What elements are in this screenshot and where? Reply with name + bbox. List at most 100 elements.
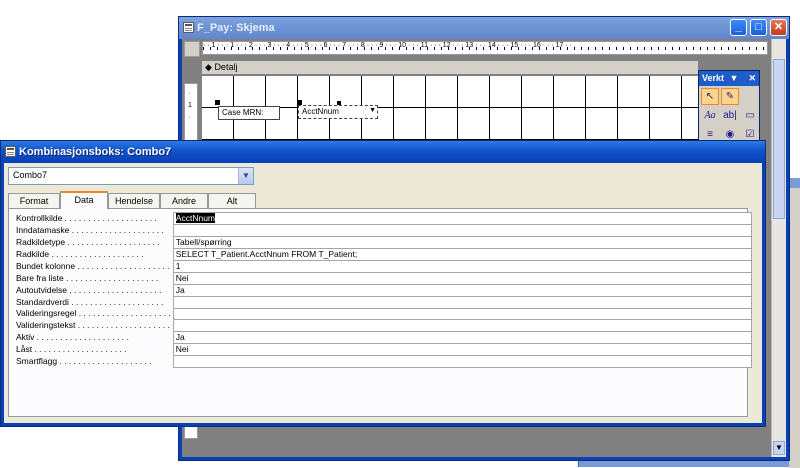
property-sheet-titlebar[interactable]: Kombinasjonsboks: Combo7 (1, 141, 765, 163)
select-arrow-icon[interactable]: ↖ (701, 88, 719, 105)
property-name-label: Autoutvidelse (16, 284, 68, 295)
toolbox-title: Verkt (702, 73, 725, 83)
case-mrn-label[interactable]: Case MRN: (218, 106, 280, 120)
option-group-icon[interactable]: ▭ (741, 107, 759, 124)
wizard-icon[interactable]: ✎ (721, 88, 739, 105)
tab-hendelse[interactable]: Hendelse (108, 193, 160, 208)
property-sheet-icon (5, 146, 16, 157)
dot-leader: . . . . . . . . . . . . . . . . . . . . (75, 320, 170, 331)
combo-control-text: AcctNnum (302, 107, 339, 116)
form-icon (183, 22, 194, 33)
object-selector-combo[interactable]: Combo7 ▼ (8, 167, 254, 185)
property-value-field[interactable]: Ja (172, 283, 753, 297)
minimize-button[interactable]: _ (730, 19, 747, 36)
chevron-down-icon: ▼ (369, 107, 376, 114)
dot-leader: . . . . . . . . . . . . . . . . . . . . (57, 356, 152, 367)
property-row: Aktiv . . . . . . . . . . . . . . . . . … (14, 331, 753, 345)
selected-object-text: Combo7 (13, 170, 48, 180)
toolbox-close-icon[interactable]: ✕ (748, 71, 756, 86)
property-name-label: Bare fra liste (16, 272, 64, 283)
property-value-text: AcctNnum (175, 213, 216, 223)
form-window-title: F_Pay: Skjema (197, 22, 275, 34)
toolbox-titlebar[interactable]: Verkt ▼ ✕ (699, 71, 759, 86)
property-name-label: Inndatamaske (16, 224, 70, 235)
property-name: Autoutvidelse . . . . . . . . . . . . . … (14, 284, 173, 296)
property-value-field[interactable]: SELECT T_Patient.AcctNnum FROM T_Patient… (172, 247, 753, 261)
resize-handle[interactable] (337, 101, 341, 105)
property-value-text: Ja (175, 332, 185, 343)
property-value-field[interactable] (172, 295, 753, 309)
property-value-field[interactable] (172, 307, 753, 321)
property-name-label: Aktiv (16, 332, 35, 343)
dot-leader: . . . . . . . . . . . . . . . . . . . . (75, 260, 170, 271)
tab-format[interactable]: Format (8, 193, 60, 208)
dot-leader: . . . . . . . . . . . . . . . . . . . . (32, 344, 127, 355)
property-row: Bundet kolonne . . . . . . . . . . . . .… (14, 259, 753, 273)
textbox-tool-icon[interactable]: ab| (721, 107, 739, 124)
tab-alt[interactable]: Alt (208, 193, 256, 208)
property-sheet-window: Kombinasjonsboks: Combo7 Combo7 ▼ Format… (0, 140, 766, 427)
form-vertical-scrollbar[interactable]: ▼ (771, 39, 786, 457)
property-name-label: Standardverdi (16, 296, 69, 307)
property-row: Smartflagg . . . . . . . . . . . . . . .… (14, 355, 753, 368)
property-row: Autoutvidelse . . . . . . . . . . . . . … (14, 283, 753, 297)
tab-andre[interactable]: Andre (160, 193, 208, 208)
close-button[interactable]: ✕ (770, 19, 787, 36)
form-window-titlebar[interactable]: F_Pay: Skjema _ □ ✕ (179, 17, 789, 39)
property-value-text: Nei (175, 344, 189, 355)
property-row: Bare fra liste . . . . . . . . . . . . .… (14, 271, 753, 285)
property-name-label: Låst (16, 344, 33, 355)
property-name-label: Valideringstekst (16, 320, 76, 331)
property-name: Aktiv . . . . . . . . . . . . . . . . . … (14, 332, 173, 344)
property-row: Låst . . . . . . . . . . . . . . . . . .… (14, 343, 753, 357)
dot-leader: . . . . . . . . . . . . . . . . . . . . (49, 248, 144, 259)
property-value-field[interactable]: Nei (172, 271, 753, 285)
property-grid: Kontrollkilde . . . . . . . . . . . . . … (14, 212, 753, 368)
property-value-field[interactable] (172, 319, 753, 333)
property-row: Kontrollkilde . . . . . . . . . . . . . … (14, 212, 753, 225)
property-value-text: 1 (175, 260, 181, 271)
property-row: Valideringstekst . . . . . . . . . . . .… (14, 319, 753, 333)
property-value-field[interactable] (172, 224, 753, 237)
property-name: Kontrollkilde . . . . . . . . . . . . . … (14, 213, 173, 225)
property-value-field[interactable]: 1 (172, 259, 753, 273)
property-name-label: Radkilde (16, 248, 50, 259)
property-value-text: SELECT T_Patient.AcctNnum FROM T_Patient… (175, 248, 358, 259)
dot-leader: . . . . . . . . . . . . . . . . . . . . (68, 296, 164, 307)
scrollbar-thumb[interactable] (773, 59, 785, 219)
form-selector[interactable] (184, 41, 200, 57)
tab-data[interactable]: Data (60, 191, 108, 209)
property-sheet-title: Kombinasjonsboks: Combo7 (19, 146, 172, 158)
property-name: Smartflagg . . . . . . . . . . . . . . .… (14, 356, 173, 368)
dot-leader: . . . . . . . . . . . . . . . . . . . . (62, 213, 157, 223)
dot-leader: . . . . . . . . . . . . . . . . . . . . (76, 308, 171, 319)
detail-section-header[interactable]: ◆ Detalj (202, 61, 698, 75)
property-value-field[interactable] (172, 355, 753, 368)
dot-leader: . . . . . . . . . . . . . . . . . . . . (65, 236, 160, 247)
dot-leader: . . . . . . . . . . . . . . . . . . . . (67, 284, 162, 295)
property-name: Bare fra liste . . . . . . . . . . . . .… (14, 272, 173, 284)
property-value-field[interactable]: Tabell/spørring (172, 235, 753, 249)
property-value-field[interactable]: AcctNnum (172, 212, 753, 225)
property-name: Valideringsregel . . . . . . . . . . . .… (14, 308, 173, 320)
property-value-text: Ja (175, 284, 185, 295)
scroll-down-arrow-icon[interactable]: ▼ (773, 441, 785, 455)
property-value-field[interactable]: Nei (172, 343, 753, 357)
toolbox-dropdown-icon[interactable]: ▼ (730, 73, 739, 83)
horizontal-ruler: · · 1 · · · 1 · · · 2 · · · 3 · · · 4 · … (202, 41, 768, 55)
property-name: Standardverdi . . . . . . . . . . . . . … (14, 296, 173, 308)
property-value-field[interactable]: Ja (172, 331, 753, 345)
maximize-button[interactable]: □ (750, 19, 767, 36)
label-move-handle[interactable] (215, 100, 220, 105)
dot-leader: . . . . . . . . . . . . . . . . . . . . (34, 332, 129, 343)
property-row: Standardverdi . . . . . . . . . . . . . … (14, 295, 753, 309)
chevron-down-icon[interactable]: ▼ (238, 168, 253, 184)
acctnnum-combo-control[interactable]: AcctNnum ▼ (298, 105, 378, 119)
label-tool-icon[interactable]: Aa (701, 107, 719, 124)
property-value-text: Nei (175, 272, 189, 283)
ruler-ticks: · · 1 · · · 1 · · · 2 · · · 3 · · · 4 · … (203, 42, 572, 49)
property-name: Inndatamaske . . . . . . . . . . . . . .… (14, 225, 173, 237)
property-name-label: Radkildetype (16, 236, 66, 247)
property-name-label: Smartflagg (16, 356, 58, 367)
